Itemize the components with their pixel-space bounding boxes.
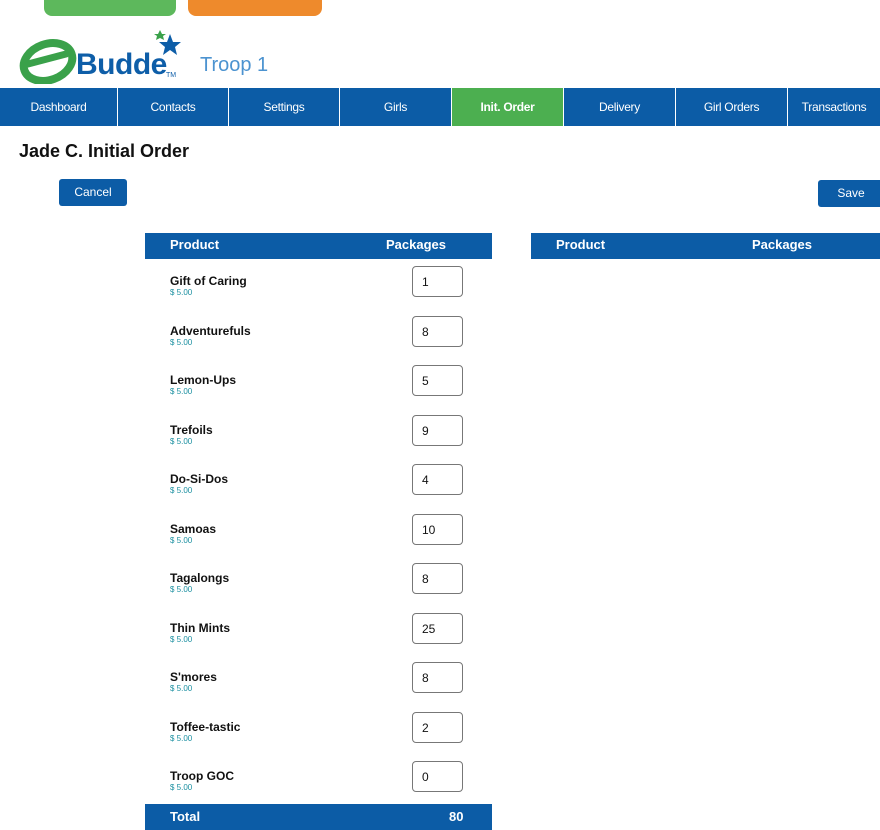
column-packages: Packages [752,237,812,252]
table-row: Tagalongs $ 5.00 [145,563,492,613]
troop-name: Troop 1 [200,54,269,76]
cancel-button[interactable]: Cancel [59,179,127,206]
logo-trademark: TM [166,72,177,79]
product-name: S'mores [170,670,217,684]
quantity-input[interactable] [412,365,463,396]
nav-settings[interactable]: Settings [229,88,340,126]
product-name: Samoas [170,522,217,536]
secondary-table-header: Product Packages [531,233,880,259]
save-button[interactable]: Save [818,180,880,207]
product-price: $ 5.00 [170,387,193,396]
main-nav: Dashboard Contacts Settings Girls Init. … [0,88,880,126]
product-name: Tagalongs [170,571,230,585]
nav-girls[interactable]: Girls [340,88,452,126]
nav-transactions[interactable]: Transactions [788,88,880,126]
table-row: Adventurefuls $ 5.00 [145,316,492,366]
product-name: Gift of Caring [170,274,247,288]
product-price: $ 5.00 [170,486,193,495]
quantity-input[interactable] [412,613,463,644]
page-title: Jade C. Initial Order [19,141,190,161]
column-packages: Packages [386,237,446,252]
product-name: Troop GOC [170,769,234,783]
nav-init-order[interactable]: Init. Order [452,88,564,126]
table-row: Samoas $ 5.00 [145,514,492,564]
product-name: Trefoils [170,423,213,437]
order-table-header: Product Packages [145,233,492,259]
nav-delivery[interactable]: Delivery [564,88,676,126]
product-price: $ 5.00 [170,536,193,545]
quantity-input[interactable] [412,563,463,594]
quantity-input[interactable] [412,464,463,495]
product-name: Thin Mints [170,621,230,635]
table-row: S'mores $ 5.00 [145,662,492,712]
ebudde-logo: Budde TM [18,26,208,84]
product-price: $ 5.00 [170,734,193,743]
total-value: 80 [449,809,464,824]
nav-contacts[interactable]: Contacts [118,88,229,126]
product-price: $ 5.00 [170,288,193,297]
product-price: $ 5.00 [170,585,193,594]
table-row: Trefoils $ 5.00 [145,415,492,465]
quantity-input[interactable] [412,266,463,297]
logo-wordmark: Budde [76,48,167,81]
total-row: Total 80 [145,804,492,830]
product-price: $ 5.00 [170,635,193,644]
quantity-input[interactable] [412,514,463,545]
table-row: Lemon-Ups $ 5.00 [145,365,492,415]
quantity-input[interactable] [412,415,463,446]
top-tab-orange[interactable] [188,0,322,16]
top-tab-green[interactable] [44,0,176,16]
quantity-input[interactable] [412,316,463,347]
column-product: Product [556,237,606,252]
table-row: Toffee-tastic $ 5.00 [145,712,492,762]
product-price: $ 5.00 [170,783,193,792]
product-price: $ 5.00 [170,338,193,347]
product-price: $ 5.00 [170,684,193,693]
quantity-input[interactable] [412,662,463,693]
product-name: Adventurefuls [170,324,251,338]
total-label: Total [170,809,201,824]
product-name: Do-Si-Dos [170,472,228,486]
product-name: Lemon-Ups [170,373,236,387]
column-product: Product [170,237,220,252]
nav-girl-orders[interactable]: Girl Orders [676,88,788,126]
product-price: $ 5.00 [170,437,193,446]
product-name: Toffee-tastic [170,720,241,734]
table-row: Do-Si-Dos $ 5.00 [145,464,492,514]
quantity-input[interactable] [412,712,463,743]
table-row: Gift of Caring $ 5.00 [145,266,492,316]
quantity-input[interactable] [412,761,463,792]
table-row: Thin Mints $ 5.00 [145,613,492,663]
nav-dashboard[interactable]: Dashboard [0,88,118,126]
